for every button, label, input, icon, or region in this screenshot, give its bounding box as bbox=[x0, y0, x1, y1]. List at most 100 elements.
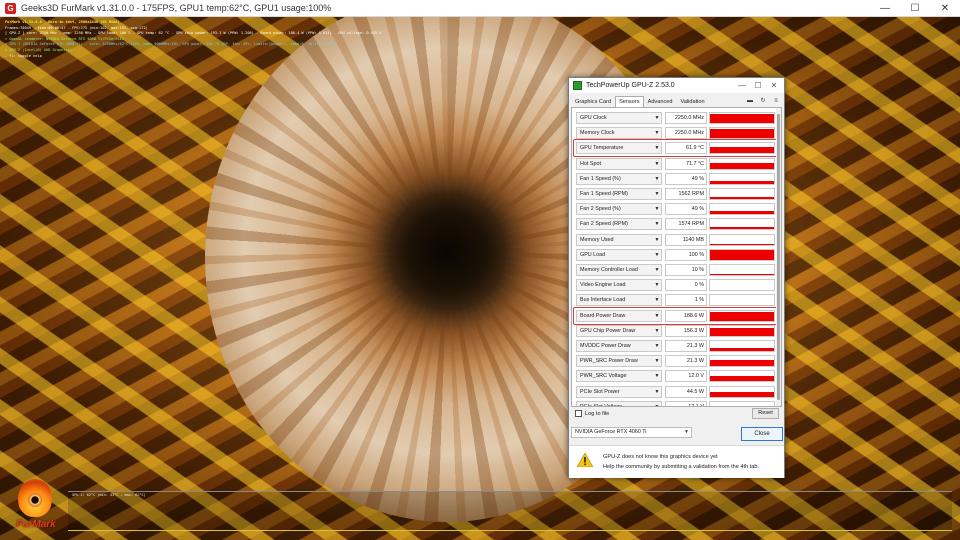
sensor-value: 21.3 W bbox=[665, 355, 707, 368]
chevron-down-icon[interactable]: ▼ bbox=[652, 386, 662, 398]
chevron-down-icon[interactable]: ▼ bbox=[652, 188, 662, 200]
sensor-graph-fill bbox=[710, 180, 774, 184]
hud-line: [ GPU-Z ] core: 2250 MHz - mem: 2250 MHz… bbox=[5, 31, 382, 36]
chevron-down-icon[interactable]: ▼ bbox=[652, 112, 662, 124]
sensor-value: 2250.0 MHz bbox=[665, 112, 707, 124]
gpuz-minimize-button[interactable]: — bbox=[734, 78, 750, 93]
tab-sensors[interactable]: Sensors bbox=[615, 96, 644, 107]
log-to-file-checkbox[interactable] bbox=[575, 410, 582, 417]
sensor-graph-fill bbox=[710, 249, 774, 260]
chevron-down-icon[interactable]: ▼ bbox=[652, 249, 662, 261]
chevron-down-icon[interactable]: ▼ bbox=[652, 370, 662, 382]
sensor-row: Bus Interface Load ▼ 1 % bbox=[576, 294, 775, 307]
sensor-graph bbox=[709, 264, 775, 276]
chevron-down-icon[interactable]: ▼ bbox=[652, 127, 662, 139]
chevron-down-icon[interactable]: ▼ bbox=[652, 294, 662, 306]
camera-icon[interactable]: ▬ bbox=[746, 96, 754, 106]
sensor-highlight-box bbox=[573, 139, 778, 158]
sensor-name[interactable]: PCIe Slot Power bbox=[576, 385, 662, 398]
sensor-name[interactable]: Memory Used bbox=[576, 233, 662, 246]
sensor-value: 100 % bbox=[665, 248, 707, 261]
sensor-graph-fill bbox=[710, 226, 774, 230]
sensor-value: 71.7 °C bbox=[665, 157, 707, 170]
maximize-button[interactable]: ☐ bbox=[900, 0, 930, 17]
sensor-name[interactable]: PWR_SRC Voltage bbox=[576, 370, 662, 383]
sensor-name[interactable]: Memory Controller Load bbox=[576, 264, 662, 276]
log-to-file[interactable]: Log to file bbox=[575, 410, 609, 417]
sensor-graph bbox=[709, 157, 775, 170]
gpuz-maximize-button[interactable]: ☐ bbox=[750, 78, 766, 93]
sensor-graph-fill bbox=[710, 163, 774, 169]
sensor-graph bbox=[709, 172, 775, 185]
close-dialog-button[interactable]: Close bbox=[741, 427, 783, 441]
temperature-graph-label: GPU 1: 62°C (min: 43°C - max: 62°C) bbox=[72, 493, 146, 497]
sensor-name[interactable]: Fan 2 Speed (RPM) bbox=[576, 218, 662, 231]
sensor-row: PWR_SRC Voltage ▼ 12.0 V bbox=[576, 370, 775, 383]
chevron-down-icon[interactable]: ▼ bbox=[652, 203, 662, 215]
sensor-value: 0 % bbox=[665, 279, 707, 292]
sensor-value: 21.3 W bbox=[665, 340, 707, 352]
sensor-name[interactable]: Memory Clock bbox=[576, 127, 662, 140]
scrollbar-thumb[interactable] bbox=[777, 114, 780, 400]
tab-graphics-card[interactable]: Graphics Card bbox=[571, 96, 615, 107]
sensor-graph-fill bbox=[710, 243, 774, 245]
chevron-down-icon[interactable]: ▼ bbox=[652, 234, 662, 246]
chevron-down-icon[interactable]: ▼ bbox=[652, 325, 662, 337]
sensor-graph-fill bbox=[710, 327, 774, 336]
sensor-name[interactable]: Hot Spot bbox=[576, 157, 662, 170]
sensor-name[interactable]: Fan 1 Speed (RPM) bbox=[576, 188, 662, 200]
sensor-name[interactable]: PWR_SRC Power Draw bbox=[576, 355, 662, 368]
menu-icon[interactable]: ≡ bbox=[772, 96, 780, 106]
chevron-down-icon[interactable]: ▼ bbox=[652, 340, 662, 352]
sensor-highlight-box bbox=[573, 306, 778, 325]
sensor-row: PCIe Slot Voltage ▼ 12.1 V bbox=[576, 400, 775, 406]
sensor-value: 1562 RPM bbox=[665, 188, 707, 200]
sensor-row: GPU Chip Power Draw ▼ 156.3 W bbox=[576, 324, 775, 337]
sensors-scrollbar[interactable] bbox=[776, 108, 781, 406]
close-button[interactable]: ✕ bbox=[930, 0, 960, 17]
furmark-window-title: Geeks3D FurMark v1.31.0.0 - 175FPS, GPU1… bbox=[21, 3, 332, 13]
sensor-name[interactable]: MVDDC Power Draw bbox=[576, 340, 662, 352]
minimize-button[interactable]: — bbox=[870, 0, 900, 17]
sensor-graph bbox=[709, 294, 775, 307]
sensor-name[interactable]: GPU Load bbox=[576, 248, 662, 261]
sensor-graph-fill bbox=[710, 211, 774, 215]
sensor-graph bbox=[709, 355, 775, 368]
reset-button[interactable]: Reset bbox=[752, 408, 779, 419]
chevron-down-icon[interactable]: ▼ bbox=[652, 218, 662, 230]
sensor-name[interactable]: Fan 1 Speed (%) bbox=[576, 172, 662, 185]
sensor-name[interactable]: Bus Interface Load bbox=[576, 294, 662, 307]
log-to-file-label: Log to file bbox=[585, 410, 610, 417]
sensor-graph-fill bbox=[710, 274, 774, 275]
sensor-row: Fan 2 Speed (%) ▼ 49 % bbox=[576, 203, 775, 216]
sensor-value: 49 % bbox=[665, 172, 707, 185]
chevron-down-icon[interactable]: ▼ bbox=[652, 158, 662, 170]
sensor-name[interactable]: GPU Chip Power Draw bbox=[576, 324, 662, 337]
furmark-logo-text: FurMark bbox=[16, 519, 56, 530]
eye-icon bbox=[28, 493, 42, 507]
sensor-graph-fill bbox=[710, 348, 774, 351]
refresh-icon[interactable]: ↻ bbox=[759, 96, 767, 106]
furmark-app-icon: G bbox=[5, 2, 16, 14]
sensor-value: 1 % bbox=[665, 294, 707, 307]
sensor-name[interactable]: GPU Clock bbox=[576, 112, 662, 124]
gpuz-close-icon[interactable]: ✕ bbox=[766, 78, 782, 93]
sensor-graph bbox=[709, 218, 775, 231]
tab-advanced[interactable]: Advanced bbox=[644, 96, 677, 107]
furmark-titlebar: G Geeks3D FurMark v1.31.0.0 - 175FPS, GP… bbox=[0, 0, 960, 17]
sensor-row: Fan 1 Speed (RPM) ▼ 1562 RPM bbox=[576, 188, 775, 200]
chevron-down-icon[interactable]: ▼ bbox=[652, 401, 662, 406]
sensor-name[interactable]: Video Engine Load bbox=[576, 279, 662, 292]
sensor-name[interactable]: PCIe Slot Voltage bbox=[576, 400, 662, 406]
chevron-down-icon[interactable]: ▼ bbox=[652, 355, 662, 367]
sensor-row: GPU Load ▼ 100 % bbox=[576, 248, 775, 261]
chevron-down-icon[interactable]: ▼ bbox=[652, 279, 662, 291]
sensor-row: PWR_SRC Power Draw ▼ 21.3 W bbox=[576, 355, 775, 368]
sensor-graph bbox=[709, 233, 775, 246]
tab-validation[interactable]: Validation bbox=[676, 96, 708, 107]
sensor-graph bbox=[709, 188, 775, 200]
chevron-down-icon[interactable]: ▼ bbox=[652, 264, 662, 276]
device-select[interactable]: NVIDIA GeForce RTX 4060 Ti ▼ bbox=[571, 427, 692, 438]
chevron-down-icon[interactable]: ▼ bbox=[652, 173, 662, 185]
sensor-name[interactable]: Fan 2 Speed (%) bbox=[576, 203, 662, 216]
